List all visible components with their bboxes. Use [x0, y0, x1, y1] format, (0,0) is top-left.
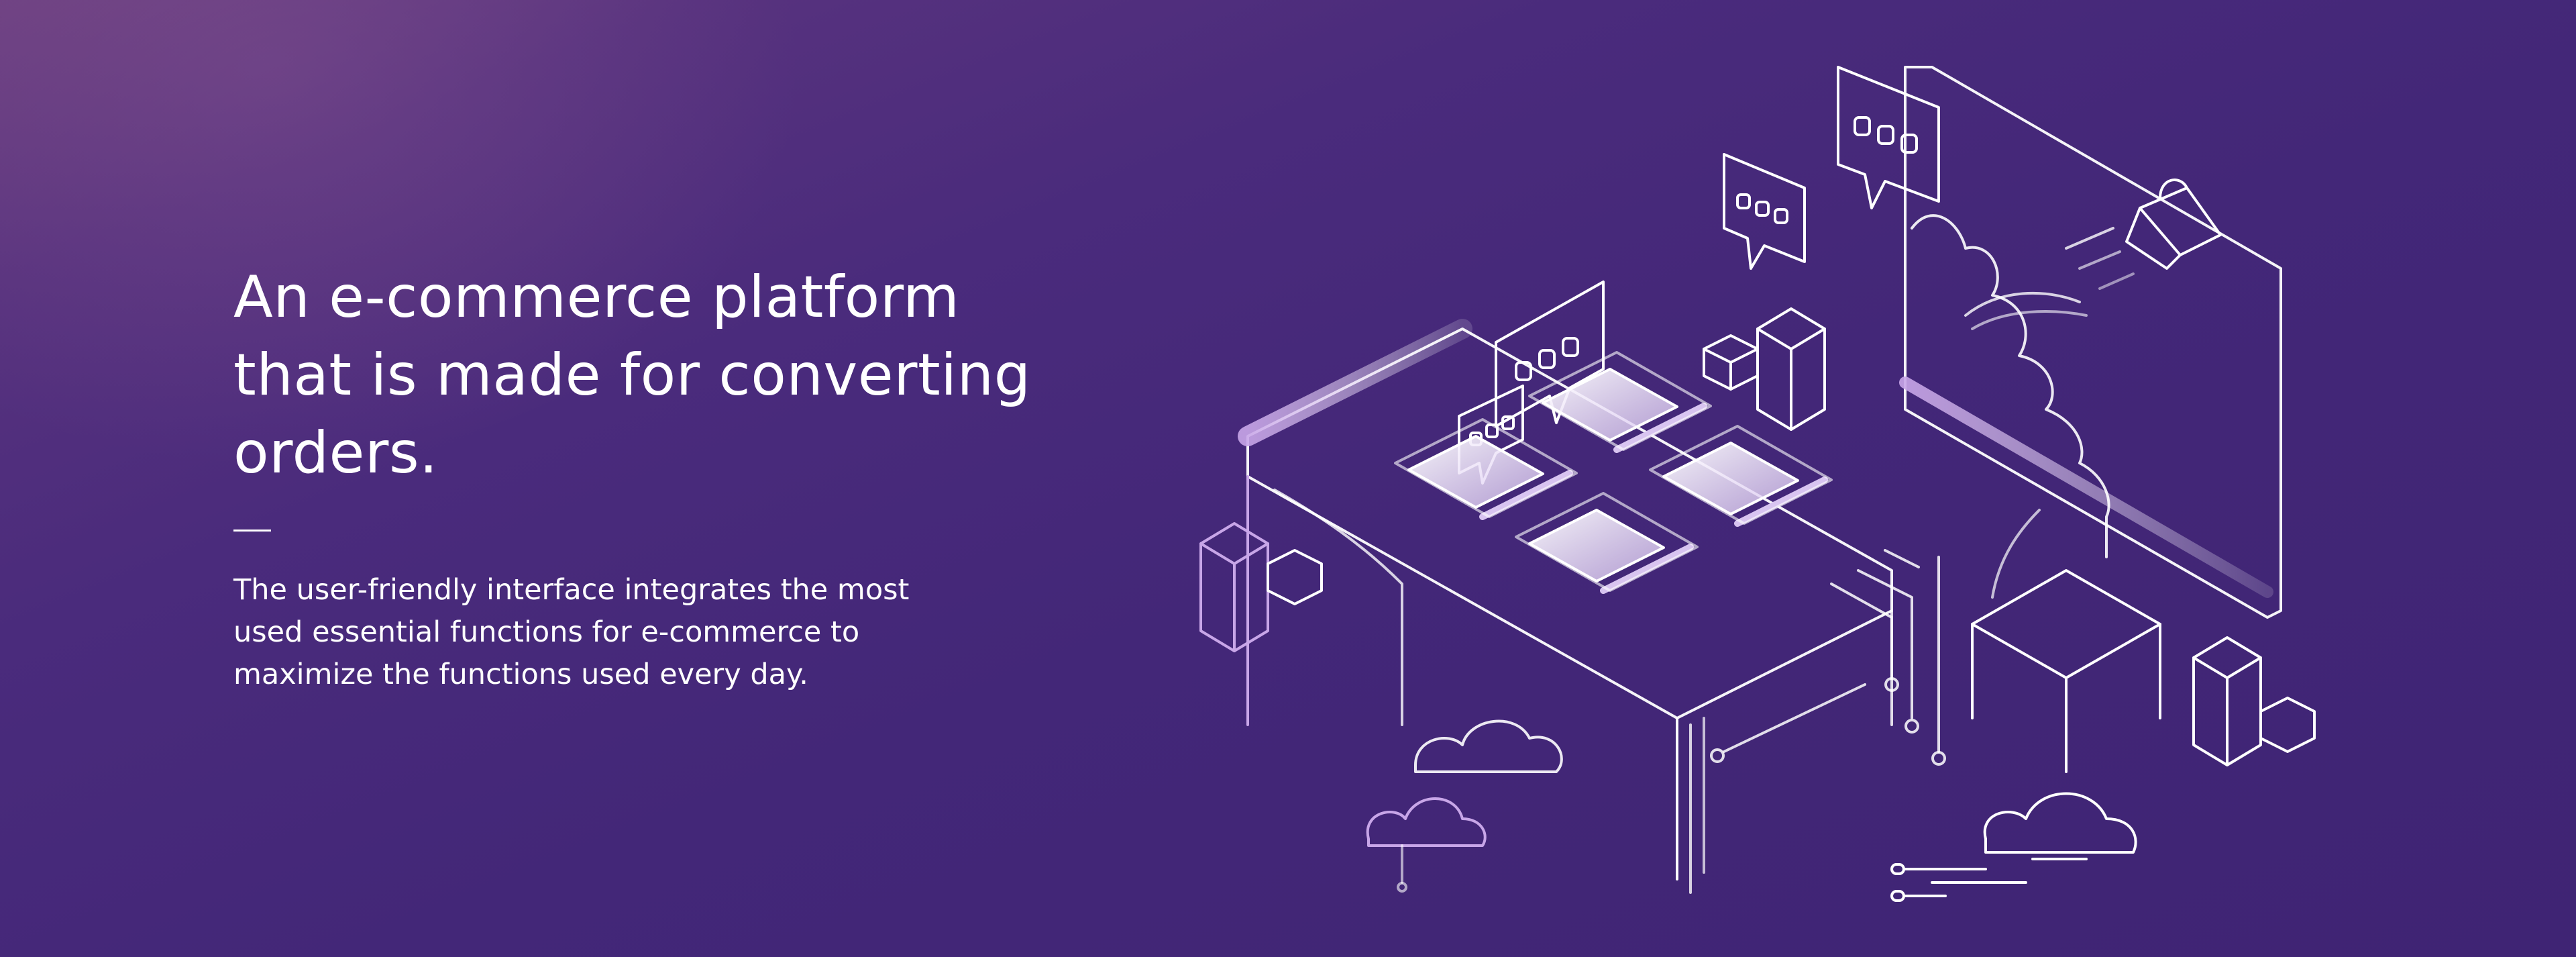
box-stack-icon [2192, 636, 2316, 766]
ecommerce-isometric-illustration [1194, 47, 2348, 913]
chat-bubble-icon [1723, 153, 1806, 270]
hero-text-block: An e-commerce platform that is made for … [233, 258, 1079, 696]
cloud-icon [1890, 792, 2137, 902]
hero-section: An e-commerce platform that is made for … [0, 0, 2576, 957]
box-stack-icon [1199, 522, 1323, 652]
illustration-svg [1199, 66, 2316, 902]
box-stack-icon [1703, 307, 1826, 431]
hero-headline: An e-commerce platform that is made for … [233, 264, 1031, 487]
hero-description: The user-friendly interface integrates t… [233, 573, 910, 691]
product-card-icon [1649, 425, 1833, 527]
chat-bubble-icon [1837, 66, 1940, 209]
pedestal-icon [1971, 509, 2161, 773]
product-card-icon [1515, 492, 1699, 594]
circuit-lines [1710, 549, 1946, 766]
shopping-bag-icon [2065, 179, 2222, 290]
product-card-icon [1528, 351, 1712, 453]
monitor-screen-icon [1899, 66, 2282, 619]
cloud-icon [1366, 719, 1563, 893]
headline-divider [233, 530, 271, 532]
